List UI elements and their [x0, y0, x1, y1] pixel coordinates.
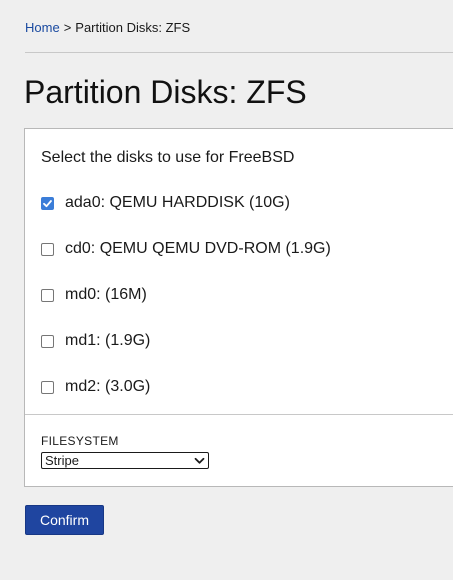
filesystem-label: FILESYSTEM — [41, 434, 119, 448]
confirm-button[interactable]: Confirm — [25, 505, 104, 535]
disk-checkbox-md0[interactable] — [41, 288, 54, 302]
filesystem-select[interactable]: Stripe — [41, 452, 209, 469]
disk-label-ada0: ada0: QEMU HARDDISK (10G) — [65, 194, 290, 211]
disk-selection-panel: Select the disks to use for FreeBSD ada0… — [24, 128, 453, 487]
disk-option-md1[interactable]: md1: (1.9G) — [41, 332, 150, 350]
disk-selection-heading: Select the disks to use for FreeBSD — [41, 149, 295, 166]
filesystem-select-value: Stripe — [45, 453, 79, 468]
checkmark-icon — [43, 199, 52, 207]
breadcrumb-separator: > — [63, 20, 72, 35]
breadcrumb-home-link[interactable]: Home — [25, 20, 60, 35]
disk-label-md2: md2: (3.0G) — [65, 378, 151, 395]
disk-option-cd0[interactable]: cd0: QEMU QEMU DVD-ROM (1.9G) — [41, 240, 331, 258]
header-divider — [25, 52, 453, 53]
disk-option-md2[interactable]: md2: (3.0G) — [41, 378, 150, 396]
breadcrumb: Home > Partition Disks: ZFS — [25, 20, 190, 35]
disk-option-ada0[interactable]: ada0: QEMU HARDDISK (10G) — [41, 194, 290, 212]
chevron-down-icon — [192, 454, 206, 468]
disk-checkbox-cd0[interactable] — [41, 242, 54, 256]
disk-label-md0: md0: (16M) — [65, 286, 147, 303]
disk-option-md0[interactable]: md0: (16M) — [41, 286, 147, 304]
breadcrumb-current: Partition Disks: ZFS — [75, 20, 191, 35]
disk-checkbox-md2[interactable] — [41, 380, 54, 394]
disk-label-md1: md1: (1.9G) — [65, 332, 151, 349]
page-title: Partition Disks: ZFS — [24, 74, 307, 110]
disk-checkbox-ada0[interactable] — [41, 196, 54, 210]
panel-divider — [25, 414, 453, 415]
disk-label-cd0: cd0: QEMU QEMU DVD-ROM (1.9G) — [65, 240, 331, 257]
disk-checkbox-md1[interactable] — [41, 334, 54, 348]
